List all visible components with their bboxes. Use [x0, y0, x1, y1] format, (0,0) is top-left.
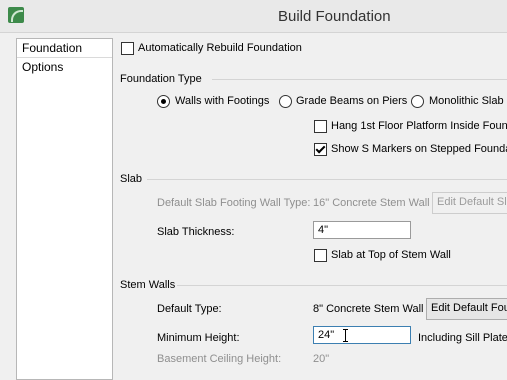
slab-top-stem-checkbox[interactable] [314, 249, 327, 262]
text-cursor-icon [343, 329, 349, 342]
grade-beams-label: Grade Beams on Piers [296, 95, 408, 107]
foundation-type-group-label: Foundation Type [120, 73, 202, 85]
slab-group-label: Slab [120, 173, 143, 185]
default-type-value: 8" Concrete Stem Wall [313, 303, 424, 315]
category-sidebar: Foundation Options [16, 38, 113, 380]
auto-rebuild-checkbox[interactable] [121, 42, 134, 55]
show-markers-checkbox[interactable] [314, 143, 327, 156]
walls-with-footings-label: Walls with Footings [175, 95, 270, 107]
slab-thickness-input[interactable]: 4" [313, 221, 411, 239]
slab-divider [147, 179, 507, 180]
walls-with-footings-radio[interactable] [157, 95, 170, 108]
window-title: Build Foundation [278, 8, 391, 25]
show-markers-label: Show S Markers on Stepped Foundat [331, 143, 507, 155]
auto-rebuild-label: Automatically Rebuild Foundation [138, 42, 302, 54]
minimum-height-input[interactable]: 24" [313, 326, 411, 344]
default-type-label: Default Type: [157, 303, 222, 315]
sidebar-item-foundation[interactable]: Foundation [17, 39, 112, 58]
stem-walls-group-label: Stem Walls [120, 279, 176, 291]
edit-default-slab-button[interactable]: Edit Default Slab [432, 192, 507, 214]
monolithic-slab-radio[interactable] [411, 95, 424, 108]
default-slab-footing-value: 16" Concrete Stem Wall [313, 197, 430, 209]
basement-ceiling-label: Basement Ceiling Height: [157, 353, 282, 365]
stem-walls-divider [177, 285, 507, 286]
hang-floor-checkbox[interactable] [314, 120, 327, 133]
monolithic-slab-label: Monolithic Slab [429, 95, 504, 107]
edit-default-foundation-button[interactable]: Edit Default Fou [426, 298, 507, 320]
grade-beams-radio[interactable] [279, 95, 292, 108]
title-bar: Build Foundation [0, 0, 507, 33]
minimum-height-label: Minimum Height: [157, 332, 240, 344]
foundation-type-divider [212, 79, 507, 80]
basement-ceiling-value: 20" [313, 353, 330, 365]
sidebar-item-options[interactable]: Options [17, 58, 112, 76]
hang-floor-label: Hang 1st Floor Platform Inside Found [331, 120, 507, 132]
including-sill-plate-label: Including Sill Plate [418, 332, 507, 344]
app-logo-icon [8, 7, 24, 23]
slab-top-stem-label: Slab at Top of Stem Wall [331, 249, 451, 261]
default-slab-footing-label: Default Slab Footing Wall Type: [157, 197, 311, 209]
slab-thickness-label: Slab Thickness: [157, 226, 235, 238]
